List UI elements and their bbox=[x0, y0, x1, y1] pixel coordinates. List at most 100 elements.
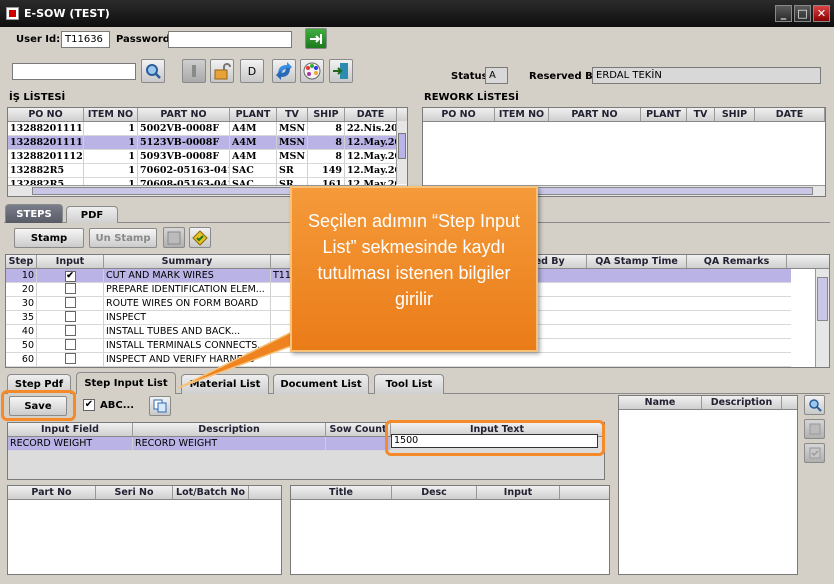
column-header[interactable]: Description bbox=[133, 423, 326, 436]
table-row[interactable]: RECORD WEIGHT RECORD WEIGHT bbox=[8, 437, 391, 451]
column-header[interactable]: QA Remarks bbox=[687, 255, 787, 268]
step-summary: CUT AND MARK WIRES bbox=[104, 269, 271, 282]
cell: MSN bbox=[277, 150, 308, 163]
title-bar: E-SOW (TEST) _ □ ✕ bbox=[0, 0, 834, 27]
app-icon bbox=[6, 7, 19, 20]
cell: SAC bbox=[230, 164, 277, 177]
search-input[interactable] bbox=[12, 63, 136, 80]
tab-steps[interactable]: STEPS bbox=[5, 204, 63, 223]
disabled-tool-button[interactable] bbox=[182, 59, 206, 83]
column-header[interactable]: ITEM NO bbox=[84, 108, 138, 121]
tab-tool-list[interactable]: Tool List bbox=[374, 374, 444, 394]
input-checkbox[interactable] bbox=[64, 283, 76, 294]
input-checkbox[interactable] bbox=[64, 297, 76, 308]
column-header[interactable]: Title bbox=[291, 486, 392, 499]
password-field[interactable] bbox=[168, 31, 292, 48]
scroll-thumb[interactable] bbox=[817, 277, 828, 321]
cell: 5002VB-0008F bbox=[138, 122, 230, 135]
disabled-action-button[interactable] bbox=[163, 227, 185, 248]
cell: 12.May.2011 bbox=[345, 136, 397, 149]
cell: 161 bbox=[308, 178, 345, 185]
column-header[interactable]: Step bbox=[6, 255, 37, 268]
vertical-scrollbar[interactable] bbox=[396, 121, 407, 184]
column-header[interactable]: Input bbox=[477, 486, 560, 499]
description-cell: RECORD WEIGHT bbox=[133, 437, 326, 450]
column-header[interactable]: Name bbox=[619, 396, 702, 409]
unlock-button[interactable] bbox=[210, 59, 234, 83]
stamp-button[interactable]: Stamp bbox=[14, 228, 84, 248]
table-row[interactable]: 132882011111 1 5002VB-0008F A4M MSN 8 22… bbox=[8, 122, 407, 136]
input-checkbox[interactable]: ✔ bbox=[64, 271, 76, 282]
column-header[interactable]: Input Field bbox=[8, 423, 133, 436]
column-header[interactable]: Description bbox=[702, 396, 782, 409]
column-header[interactable]: QA Stamp Time bbox=[587, 255, 687, 268]
input-checkbox[interactable] bbox=[64, 325, 76, 336]
column-header[interactable]: PO NO bbox=[423, 108, 495, 121]
cell: 1 bbox=[84, 136, 138, 149]
cell: 70608-05163-041 bbox=[140, 178, 230, 185]
maximize-button[interactable]: □ bbox=[794, 5, 811, 22]
column-header[interactable]: Part No bbox=[8, 486, 96, 499]
vertical-scrollbar[interactable] bbox=[815, 269, 829, 367]
exit-button[interactable] bbox=[329, 59, 353, 83]
column-header[interactable]: Seri No bbox=[96, 486, 173, 499]
cell: 12.May.2011 bbox=[345, 150, 397, 163]
column-header[interactable]: SHIP bbox=[715, 108, 755, 121]
part-table: Part No Seri No Lot/Batch No bbox=[7, 485, 282, 575]
table-row[interactable]: 60 INSPECT AND VERIFY HARNESS bbox=[6, 353, 791, 367]
input-cell: ✔ bbox=[37, 269, 104, 282]
stamp-tool-button[interactable] bbox=[189, 227, 211, 248]
minimize-button[interactable]: _ bbox=[775, 5, 792, 22]
scroll-thumb[interactable] bbox=[398, 133, 406, 159]
column-header[interactable]: TV bbox=[687, 108, 715, 121]
column-header[interactable]: ITEM NO bbox=[495, 108, 549, 121]
refresh-button[interactable] bbox=[272, 59, 296, 83]
search-icon bbox=[808, 399, 822, 412]
step-number: 30 bbox=[6, 297, 37, 310]
column-header[interactable]: PART NO bbox=[549, 108, 641, 121]
column-header[interactable]: Input bbox=[37, 255, 104, 268]
column-header[interactable]: TV bbox=[277, 108, 308, 121]
cell: 8 bbox=[308, 136, 345, 149]
column-header[interactable]: DATE bbox=[345, 108, 397, 121]
column-header[interactable]: PLANT bbox=[641, 108, 687, 121]
login-button[interactable] bbox=[305, 28, 327, 49]
input-checkbox[interactable] bbox=[64, 339, 76, 350]
cell: 1 bbox=[84, 178, 138, 185]
column-header[interactable]: SHIP bbox=[308, 108, 345, 121]
table-header: Part No Seri No Lot/Batch No bbox=[8, 486, 281, 500]
is-listesi-title: İŞ LİSTESİ bbox=[9, 92, 66, 103]
refresh-icon bbox=[276, 62, 292, 80]
table-row[interactable]: 132882011119 1 5123VB-0008F A4M MSN 8 12… bbox=[8, 136, 407, 150]
column-header[interactable]: PART NO bbox=[138, 108, 230, 121]
right-check-button[interactable] bbox=[804, 443, 825, 463]
cell: 1 bbox=[84, 150, 138, 163]
tab-pdf[interactable]: PDF bbox=[66, 206, 118, 223]
column-header[interactable]: DATE bbox=[755, 108, 825, 121]
search-button[interactable] bbox=[141, 59, 165, 83]
input-cell bbox=[37, 283, 104, 296]
cell: SR bbox=[277, 164, 308, 177]
column-header[interactable]: PO NO bbox=[8, 108, 84, 121]
cell: 5093VB-0008F bbox=[138, 150, 230, 163]
table-row[interactable]: 132882011121 1 5093VB-0008F A4M MSN 8 12… bbox=[8, 150, 407, 164]
unstamp-button[interactable]: Un Stamp bbox=[89, 228, 157, 248]
cell: 8 bbox=[308, 150, 345, 163]
abc-checkbox[interactable]: ✔ bbox=[83, 399, 95, 411]
palette-button[interactable] bbox=[300, 59, 324, 83]
column-header[interactable]: Desc bbox=[392, 486, 477, 499]
column-header[interactable]: Sow Count bbox=[326, 423, 391, 436]
table-row[interactable]: 132882R5 1 70602-05163-041 ... SAC SR 14… bbox=[8, 164, 407, 178]
abc-label: ABC... bbox=[100, 400, 135, 411]
column-header[interactable]: PLANT bbox=[230, 108, 277, 121]
user-id-field[interactable]: T11636 bbox=[61, 31, 110, 48]
name-description-table: Name Description bbox=[618, 395, 798, 575]
column-header[interactable]: Summary bbox=[104, 255, 271, 268]
right-search-button[interactable] bbox=[804, 395, 825, 415]
right-disabled-button[interactable] bbox=[804, 419, 825, 439]
input-checkbox[interactable] bbox=[64, 311, 76, 322]
d-button[interactable]: D bbox=[240, 59, 264, 83]
input-checkbox[interactable] bbox=[64, 353, 76, 364]
close-button[interactable]: ✕ bbox=[813, 5, 830, 22]
column-header[interactable]: Lot/Batch No bbox=[173, 486, 249, 499]
